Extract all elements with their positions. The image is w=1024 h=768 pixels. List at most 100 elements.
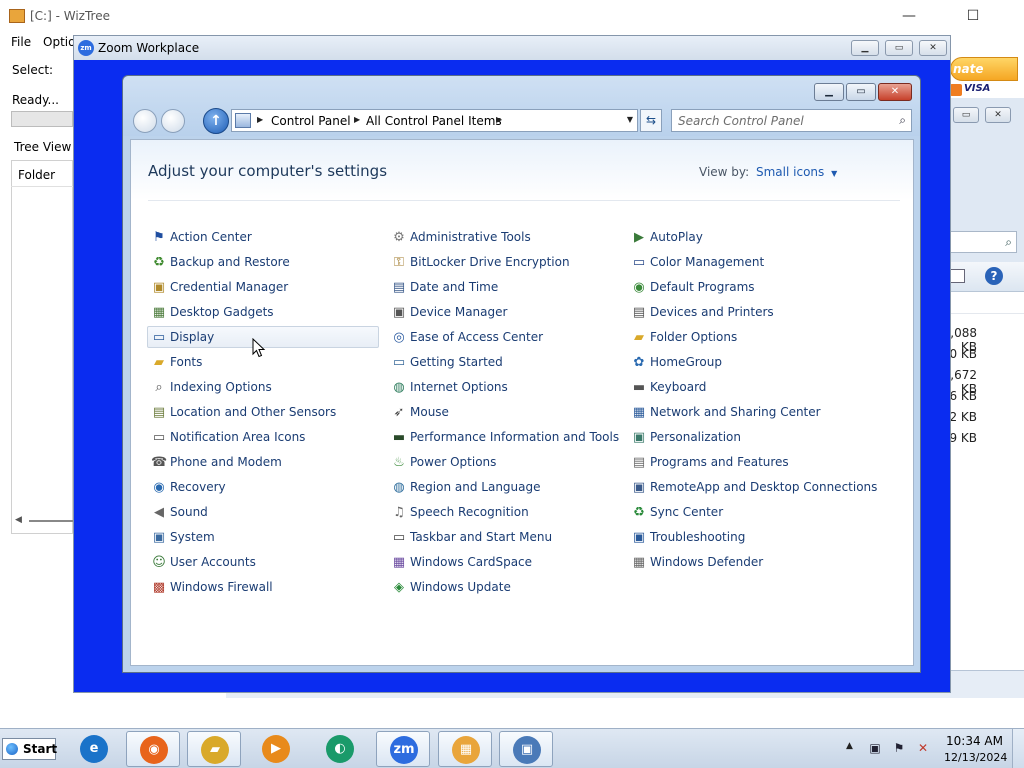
- search-box[interactable]: ⌕: [671, 109, 912, 132]
- file-explorer-icon: ▰: [201, 736, 229, 764]
- control-panel-title-bar[interactable]: ▁ ▭ ✕ ↑ ▶ Control Panel ▶ All Control Pa…: [123, 76, 920, 136]
- cp-item-getting-started[interactable]: ▭ Getting Started: [387, 351, 619, 373]
- folder-column-header[interactable]: Folder: [11, 163, 73, 187]
- search-icon: ⌕: [1005, 235, 1012, 249]
- cp-item-desktop-gadgets[interactable]: ▦ Desktop Gadgets: [147, 301, 379, 323]
- cp-item-bitlocker-drive-encryption[interactable]: ⚿ BitLocker Drive Encryption: [387, 251, 619, 273]
- taskbar-app-button[interactable]: ◉: [126, 731, 180, 767]
- cp-restore-icon[interactable]: ▭: [846, 83, 876, 101]
- start-button[interactable]: Start: [2, 738, 57, 760]
- refresh-button[interactable]: ⇆: [640, 109, 662, 132]
- cp-item-personalization[interactable]: ▣ Personalization: [627, 426, 859, 448]
- mastercard-icon: [950, 84, 962, 96]
- cp-item-mouse[interactable]: ➶ Mouse: [387, 401, 619, 423]
- cp-item-network-and-sharing-center[interactable]: ▦ Network and Sharing Center: [627, 401, 859, 423]
- bg-maximize-icon[interactable]: ▭: [953, 107, 979, 123]
- cp-close-icon[interactable]: ✕: [878, 83, 912, 101]
- menu-options[interactable]: Optio: [43, 35, 75, 49]
- cp-item-system[interactable]: ▣ System: [147, 526, 379, 548]
- address-dropdown-icon[interactable]: ▼: [627, 115, 633, 124]
- cp-item-date-and-time[interactable]: ▤ Date and Time: [387, 276, 619, 298]
- cp-item-remoteapp-and-desktop-connections[interactable]: ▣ RemoteApp and Desktop Connections: [627, 476, 878, 498]
- cp-item-windows-cardspace[interactable]: ▦ Windows CardSpace: [387, 551, 619, 573]
- cp-item-devices-and-printers[interactable]: ▤ Devices and Printers: [627, 301, 859, 323]
- zoom-restore-icon[interactable]: ▭: [885, 40, 913, 56]
- search-input[interactable]: [678, 113, 888, 129]
- cp-item-phone-and-modem[interactable]: ☎ Phone and Modem: [147, 451, 379, 473]
- preview-pane-icon[interactable]: [949, 269, 965, 283]
- cp-item-recovery[interactable]: ◉ Recovery: [147, 476, 379, 498]
- cp-item-homegroup[interactable]: ✿ HomeGroup: [627, 351, 859, 373]
- cp-item-action-center[interactable]: ⚑ Action Center: [147, 226, 379, 248]
- wiztree-title-bar[interactable]: [C:] - WizTree — ☐: [0, 0, 1024, 32]
- cp-item-user-accounts[interactable]: ☺ User Accounts: [147, 551, 379, 573]
- maximize-icon[interactable]: ☐: [950, 0, 996, 32]
- address-bar[interactable]: ▶ Control Panel ▶ All Control Panel Item…: [231, 109, 638, 132]
- cp-item-taskbar-and-start-menu[interactable]: ▭ Taskbar and Start Menu: [387, 526, 619, 548]
- cp-item-device-manager[interactable]: ▣ Device Manager: [387, 301, 619, 323]
- tab-tree-view[interactable]: Tree View: [11, 136, 73, 160]
- zoom-title-bar[interactable]: zm Zoom Workplace ▁ ▭ ✕: [74, 36, 950, 60]
- taskbar-app-button[interactable]: ▰: [187, 731, 241, 767]
- cp-item-windows-firewall[interactable]: ▩ Windows Firewall: [147, 576, 379, 598]
- cp-item-autoplay[interactable]: ▶ AutoPlay: [627, 226, 859, 248]
- cp-item-location-and-other-sensors[interactable]: ▤ Location and Other Sensors: [147, 401, 379, 423]
- breadcrumb-separator-icon[interactable]: ▶: [354, 115, 360, 124]
- taskbar-app-button[interactable]: e: [67, 731, 121, 767]
- action-center-tray-icon[interactable]: ⚑: [891, 740, 907, 756]
- cp-item-color-management[interactable]: ▭ Color Management: [627, 251, 859, 273]
- breadcrumb-separator-icon[interactable]: ▶: [496, 115, 502, 124]
- menu-file[interactable]: File: [11, 35, 31, 49]
- cp-item-windows-update[interactable]: ◈ Windows Update: [387, 576, 619, 598]
- back-button[interactable]: [133, 109, 157, 133]
- cp-item-sync-center[interactable]: ♻ Sync Center: [627, 501, 859, 523]
- zoom-close-icon[interactable]: ✕: [919, 40, 947, 56]
- tray-expand-icon[interactable]: ▲: [846, 741, 853, 751]
- taskbar-app-button[interactable]: ▦: [438, 731, 492, 767]
- horizontal-scrollbar[interactable]: ◀: [11, 512, 73, 530]
- breadcrumb-separator-icon[interactable]: ▶: [257, 115, 263, 124]
- cp-item-performance-information-and-tools[interactable]: ▬ Performance Information and Tools: [387, 426, 619, 448]
- taskbar-app-button[interactable]: ▣: [499, 731, 553, 767]
- volume-muted-tray-icon[interactable]: ✕: [915, 740, 931, 756]
- cp-item-speech-recognition[interactable]: ♫ Speech Recognition: [387, 501, 619, 523]
- cp-minimize-icon[interactable]: ▁: [814, 83, 844, 101]
- breadcrumb-control-panel[interactable]: Control Panel: [271, 114, 351, 128]
- cp-item-backup-and-restore[interactable]: ♻ Backup and Restore: [147, 251, 379, 273]
- network-tray-icon[interactable]: ▣: [867, 740, 883, 756]
- minimize-icon[interactable]: —: [886, 0, 932, 32]
- forward-button[interactable]: [161, 109, 185, 133]
- scrollbar-thumb[interactable]: [29, 520, 73, 522]
- breadcrumb-all-items[interactable]: All Control Panel Items: [366, 114, 502, 128]
- cp-item-keyboard[interactable]: ▬ Keyboard: [627, 376, 859, 398]
- cp-item-programs-and-features[interactable]: ▤ Programs and Features: [627, 451, 859, 473]
- taskbar-app-button[interactable]: ▶: [249, 731, 303, 767]
- cp-item-internet-options[interactable]: ◍ Internet Options: [387, 376, 619, 398]
- cp-item-folder-options[interactable]: ▰ Folder Options: [627, 326, 859, 348]
- show-desktop-button[interactable]: [1012, 729, 1024, 768]
- cp-item-notification-area-icons[interactable]: ▭ Notification Area Icons: [147, 426, 379, 448]
- scroll-left-icon[interactable]: ◀: [15, 515, 22, 525]
- cp-item-windows-defender[interactable]: ▦ Windows Defender: [627, 551, 859, 573]
- cp-item-ease-of-access-center[interactable]: ◎ Ease of Access Center: [387, 326, 619, 348]
- view-by-dropdown[interactable]: Small icons ▼: [756, 165, 837, 179]
- taskbar-app-button[interactable]: ◐: [313, 731, 367, 767]
- cp-item-credential-manager[interactable]: ▣ Credential Manager: [147, 276, 379, 298]
- cp-item-indexing-options[interactable]: ⌕ Indexing Options: [147, 376, 379, 398]
- zoom-minimize-icon[interactable]: ▁: [851, 40, 879, 56]
- taskbar-app-button[interactable]: zm: [376, 731, 430, 767]
- cp-item-region-and-language[interactable]: ◍ Region and Language: [387, 476, 619, 498]
- help-icon[interactable]: ?: [985, 267, 1003, 285]
- cp-item-default-programs[interactable]: ◉ Default Programs: [627, 276, 859, 298]
- clock-date[interactable]: 12/13/2024: [944, 751, 1007, 764]
- bg-close-icon[interactable]: ✕: [985, 107, 1011, 123]
- control-panel-content: Adjust your computer's settings View by:…: [130, 139, 914, 666]
- clock-time[interactable]: 10:34 AM: [946, 734, 1003, 748]
- search-icon[interactable]: ⌕: [899, 113, 906, 128]
- up-arrow-icon[interactable]: ↑: [203, 108, 229, 134]
- cp-item-troubleshooting[interactable]: ▣ Troubleshooting: [627, 526, 859, 548]
- cp-item-sound[interactable]: ◀ Sound: [147, 501, 379, 523]
- donate-button[interactable]: nate: [950, 57, 1018, 81]
- cp-item-power-options[interactable]: ♨ Power Options: [387, 451, 619, 473]
- cp-item-administrative-tools[interactable]: ⚙ Administrative Tools: [387, 226, 619, 248]
